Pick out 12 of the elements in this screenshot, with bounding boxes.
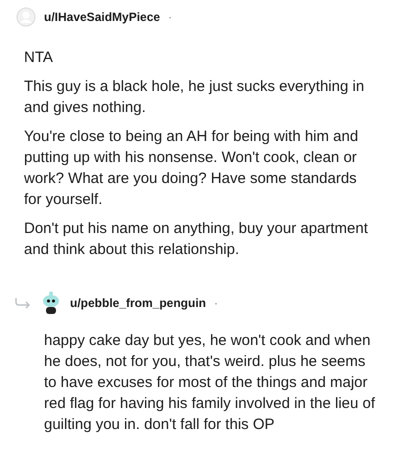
separator-dot: ·: [214, 296, 218, 310]
separator-dot: ·: [168, 10, 172, 24]
comment-text: This guy is a black hole, he just sucks everything in and gives nothing.: [24, 77, 366, 118]
comment-text: happy cake day but yes, he won't cook and when he does, not for you, that's weird. plus he seems to have excuses for most of the things and major red flag for having his family involved in the lieu of guilting you in. don't fall for this OP: [44, 331, 376, 435]
comment-text: NTA: [24, 48, 54, 68]
comment-text: Don't put his name on anything, buy your apartment and think about this relationship.: [24, 219, 369, 260]
comment-text: You're close to being an AH for being with him and putting up with his nonsense. Won't cook, clean or work? What are you doing? Have some standards for yourself.: [24, 127, 360, 210]
username[interactable]: u/pebble_from_penguin: [70, 296, 206, 310]
avatar-icon: [16, 7, 36, 27]
reply-arrow-icon: [14, 297, 32, 309]
snoo-icon: [40, 291, 62, 315]
username[interactable]: u/IHaveSaidMyPiece: [44, 10, 160, 24]
